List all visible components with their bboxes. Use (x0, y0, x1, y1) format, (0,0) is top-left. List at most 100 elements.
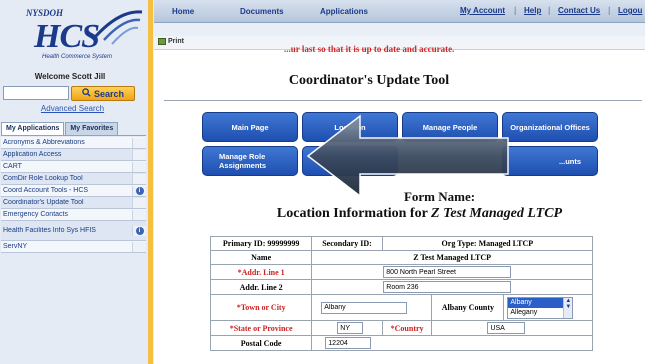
list-item[interactable]: Coordinator's Update Tool (1, 197, 146, 209)
addr1-field[interactable] (383, 266, 512, 278)
town-field[interactable] (321, 301, 408, 314)
nav-home[interactable]: Home (172, 7, 194, 16)
nav-contact-us[interactable]: Contact Us (558, 6, 600, 15)
tab-my-favorites[interactable]: My Favorites (65, 122, 119, 135)
addr2-cell (311, 279, 593, 295)
nav-separator: | (514, 5, 517, 15)
sidebar-divider (148, 0, 153, 364)
app-cell (132, 149, 146, 160)
app-frame: NYSDOH HCS Health Commerce System Welcom… (0, 0, 645, 364)
logo-name: HCS (34, 18, 100, 55)
nav-separator: | (548, 5, 551, 15)
list-item[interactable]: Acronyms & Abbreviations (1, 137, 146, 149)
organizational-offices-button[interactable]: Organizational Offices (502, 112, 598, 142)
application-list: Acronyms & Abbreviations Application Acc… (1, 137, 146, 253)
app-cell (132, 161, 146, 172)
app-label: Health Facilites Info Sys HFIS (3, 226, 96, 234)
scroll-arrows-icon[interactable]: ▲ ▼ (563, 297, 573, 318)
table-row: Addr. Line 2 (209, 279, 593, 295)
list-item[interactable]: Application Access (1, 149, 146, 161)
table-row: Postal Code (209, 335, 593, 351)
manage-role-assignments-button[interactable]: Manage Role Assignments (202, 146, 298, 176)
addr2-label: Addr. Line 2 (209, 279, 313, 295)
app-label: Emergency Contacts (3, 211, 68, 218)
table-row: Primary ID: 99999999 Secondary ID: Org T… (209, 236, 594, 251)
page-title: Coordinator's Update Tool (288, 73, 450, 88)
country-label: *Country (381, 320, 433, 336)
name-value: Z Test Managed LTCP (311, 250, 593, 265)
app-label: Coordinator's Update Tool (3, 199, 84, 206)
addr1-label: *Addr. Line 1 (209, 264, 313, 280)
table-row: *Addr. Line 1 (209, 264, 593, 280)
table-row: *Town or City Albany County Albany Alleg… (209, 294, 593, 321)
nav-separator: | (608, 5, 611, 15)
print-label: Print (168, 38, 184, 45)
nav-logout[interactable]: Logou (618, 6, 642, 15)
country-field[interactable] (487, 322, 526, 334)
app-cell (132, 137, 146, 148)
form-location-heading: Location Information for Z Test Managed … (154, 206, 645, 222)
addr1-cell (311, 264, 593, 280)
name-label: Name (209, 250, 313, 265)
app-cell (132, 209, 146, 220)
info-icon[interactable]: i (135, 226, 144, 235)
location-form-table: Primary ID: 99999999 Secondary ID: Org T… (209, 236, 594, 351)
info-icon[interactable]: i (135, 186, 144, 195)
secondary-id: Secondary ID: (311, 236, 383, 251)
county-cell: Albany Allegany ▲ ▼ (503, 294, 593, 321)
org-type: Org Type: Managed LTCP (381, 236, 594, 251)
list-item[interactable]: ComDir Role Lookup Tool (1, 173, 146, 185)
state-field[interactable] (337, 322, 364, 334)
main-page-button[interactable]: Main Page (202, 112, 298, 142)
postal-cell (311, 335, 593, 351)
town-label: *Town or City (209, 294, 313, 321)
table-row: *State or Province *Country (209, 320, 593, 336)
county-select[interactable]: Albany Allegany ▲ ▼ (507, 296, 574, 319)
app-cell (132, 173, 146, 184)
nav-my-account[interactable]: My Account (460, 6, 505, 15)
primary-id: Primary ID: 99999999 (209, 236, 313, 251)
list-item[interactable]: ServNY (1, 241, 146, 253)
advanced-search-link[interactable]: Advanced Search (0, 104, 145, 113)
form-location-prefix: Location Information for (276, 206, 428, 221)
main-content: ...ur last so that it is up to date and … (154, 44, 645, 364)
print-icon (158, 38, 166, 45)
state-cell (311, 320, 383, 336)
search-input[interactable] (3, 86, 69, 100)
app-label: ServNY (3, 243, 28, 250)
tab-my-applications[interactable]: My Applications (1, 122, 65, 135)
hcs-logo[interactable]: NYSDOH HCS Health Commerce System (8, 4, 143, 66)
list-item[interactable]: CART (1, 161, 146, 173)
list-item[interactable]: Coord Account Tools - HCS i (1, 185, 146, 197)
notice-text: ...ur last so that it is up to date and … (284, 44, 455, 54)
county-label: Albany County (431, 294, 505, 321)
nav-applications[interactable]: Applications (320, 7, 368, 16)
accounts-button[interactable]: ...unts (502, 146, 598, 176)
divider (164, 100, 642, 101)
app-label: Acronyms & Abbreviations (3, 139, 85, 146)
nav-help[interactable]: Help (524, 6, 541, 15)
logo-subtitle: Health Commerce System (42, 54, 113, 60)
search-button-label: Search (93, 88, 125, 99)
top-navigation: Home Documents Applications My Account |… (154, 0, 645, 23)
postal-field[interactable] (325, 337, 372, 349)
app-label: CART (3, 163, 22, 170)
sidebar-tabs: My Applications My Favorites (1, 122, 146, 136)
list-item[interactable]: Health Facilites Info Sys HFIS i (1, 221, 146, 241)
nav-documents[interactable]: Documents (240, 7, 284, 16)
sidebar: NYSDOH HCS Health Commerce System Welcom… (0, 0, 153, 364)
app-label: Coord Account Tools - HCS (3, 187, 89, 194)
town-cell (311, 294, 433, 321)
app-cell: i (132, 225, 146, 236)
print-button[interactable]: Print (158, 38, 184, 45)
country-cell (431, 320, 593, 336)
addr2-field[interactable] (383, 281, 512, 293)
app-cell (132, 241, 146, 252)
app-label: ComDir Role Lookup Tool (3, 175, 83, 182)
postal-label: Postal Code (209, 335, 313, 351)
search-button[interactable]: Search (71, 86, 135, 101)
app-cell: i (132, 185, 146, 196)
form-location-name: Z Test Managed LTCP (431, 206, 563, 221)
list-item[interactable]: Emergency Contacts (1, 209, 146, 221)
table-row: Name Z Test Managed LTCP (209, 250, 593, 265)
